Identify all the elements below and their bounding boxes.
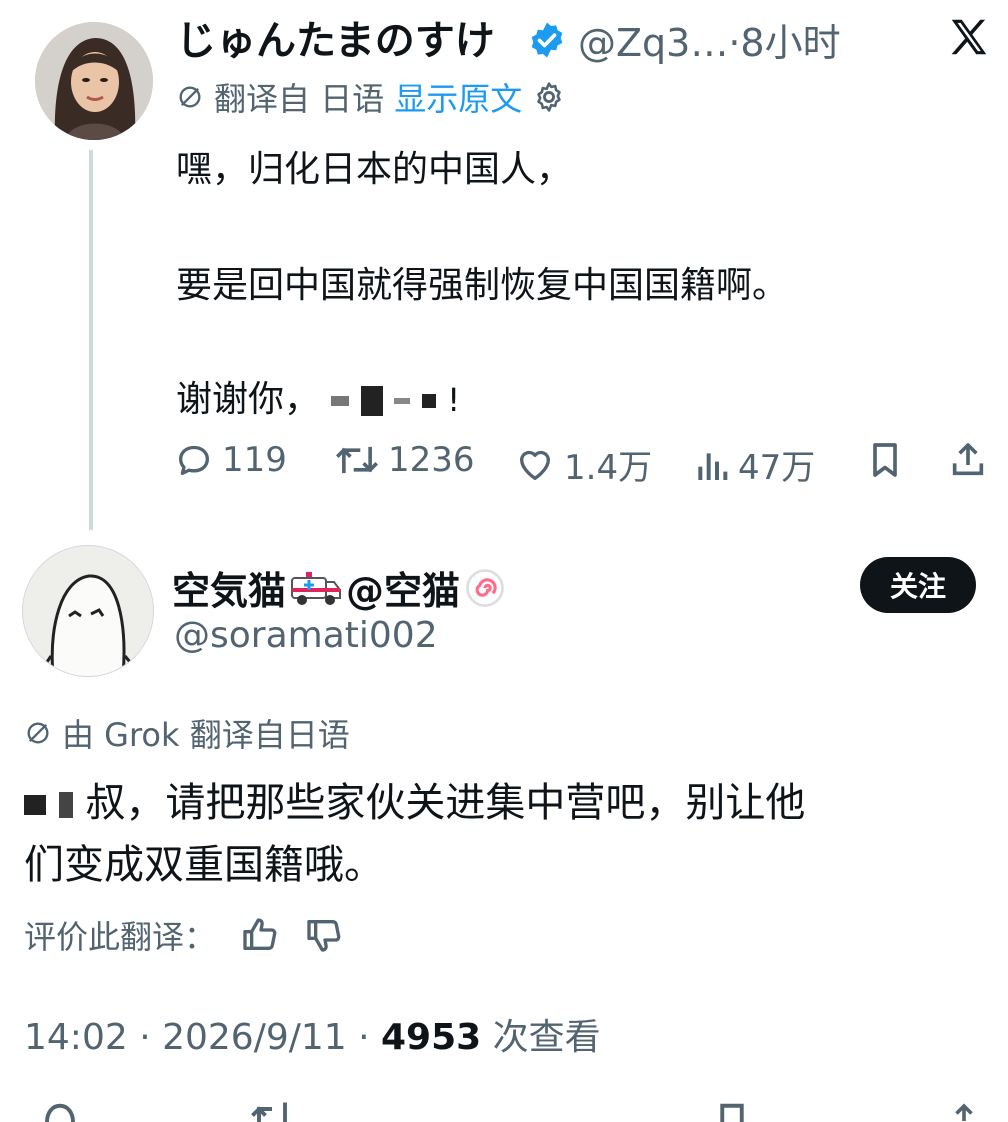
avatar[interactable] — [35, 22, 153, 140]
view-count: 47万 — [738, 448, 816, 488]
tweet-text-line: 嘿，归化日本的中国人， — [176, 149, 573, 190]
redaction-mark — [360, 386, 383, 416]
translate-icon — [179, 86, 201, 108]
share-icon — [952, 443, 984, 476]
thumbs-up-icon[interactable] — [240, 915, 280, 955]
author-name[interactable]: じゅんたまのすけ — [176, 8, 495, 66]
retweet-icon — [251, 1102, 287, 1122]
view-count: 4953 — [381, 1017, 482, 1058]
avatar[interactable] — [22, 545, 154, 677]
comment-icon — [179, 445, 209, 475]
thumbs-down-icon[interactable] — [304, 915, 344, 955]
author-name-text: 空気猫 — [172, 569, 287, 613]
handle-and-time[interactable]: @Zq3…·8小时 — [578, 12, 841, 67]
translated-from-label: 翻译自 日语 — [214, 80, 385, 118]
x-logo-icon — [946, 14, 992, 60]
like-count: 1.4万 — [564, 448, 653, 488]
reply-text-line: 叔，请把那些家伙关进集中营吧，别让他 — [24, 770, 805, 828]
retweet-icon — [336, 446, 378, 474]
views-button[interactable]: 47万 — [694, 440, 815, 489]
analytics-icon — [698, 452, 728, 480]
author-name[interactable]: 空気猫 @空猫 — [172, 560, 506, 615]
tweet-text-segment: 谢谢你， — [176, 379, 321, 420]
redaction-mark — [331, 396, 350, 406]
tweet-text-line: 要是回中国就得强制恢复中国国籍啊。 — [176, 265, 789, 306]
reply-count: 119 — [222, 440, 287, 480]
bookmark-icon — [873, 443, 897, 477]
like-button[interactable]: 1.4万 — [514, 440, 652, 489]
reply-text-line: 们变成双重国籍哦。 — [24, 842, 384, 888]
verified-badge-icon — [527, 20, 567, 60]
handle[interactable]: @soramati002 — [174, 615, 438, 656]
share-button[interactable] — [948, 440, 988, 480]
retweet-button[interactable]: 1236 — [334, 440, 475, 480]
view-suffix: 次查看 — [481, 1017, 601, 1058]
reply-text-segment: 叔，请把那些家伙关进集中营吧，别让他 — [85, 780, 806, 826]
redaction-mark — [394, 398, 411, 404]
grok-translation-label: 由 Grok 翻译自日语 — [62, 716, 350, 754]
show-original-link[interactable]: 显示原文 — [394, 74, 522, 120]
ambulance-icon — [291, 571, 342, 605]
grok-translation-indicator: 由 Grok 翻译自日语 — [24, 710, 350, 756]
thread-connector — [89, 150, 93, 530]
redaction-mark — [58, 792, 73, 818]
redaction-mark — [421, 394, 436, 408]
follow-button[interactable]: 关注 — [860, 557, 976, 613]
author-name-suffix: @空猫 — [346, 569, 461, 613]
share-button[interactable] — [946, 1096, 982, 1122]
retweet-button[interactable] — [248, 1096, 296, 1122]
reply-button[interactable]: 119 — [174, 440, 287, 480]
tweet-text-line: 谢谢你， ! — [176, 379, 461, 420]
retweet-count: 1236 — [388, 440, 475, 480]
timestamp[interactable]: 14:02 · 2026/9/11 · — [24, 1017, 381, 1058]
translation-indicator: 翻译自 日语 显示原文 — [176, 74, 566, 120]
bookmark-button[interactable] — [866, 440, 904, 480]
bookmark-button[interactable] — [712, 1096, 752, 1122]
heart-icon — [520, 450, 550, 480]
reply-button[interactable] — [40, 1096, 80, 1122]
rate-translation-label: 评价此翻译： — [24, 918, 217, 956]
bookmark-icon — [720, 1103, 744, 1122]
gear-icon[interactable] — [532, 80, 566, 114]
translate-icon — [27, 722, 49, 744]
rate-translation: 评价此翻译： — [24, 912, 344, 958]
timestamp-and-views: 14:02 · 2026/9/11 · 4953 次查看 — [24, 1008, 601, 1060]
redaction-mark — [24, 795, 46, 815]
comment-icon — [45, 1103, 75, 1122]
naruto-fishcake-icon — [466, 568, 504, 607]
share-icon — [955, 1103, 973, 1121]
